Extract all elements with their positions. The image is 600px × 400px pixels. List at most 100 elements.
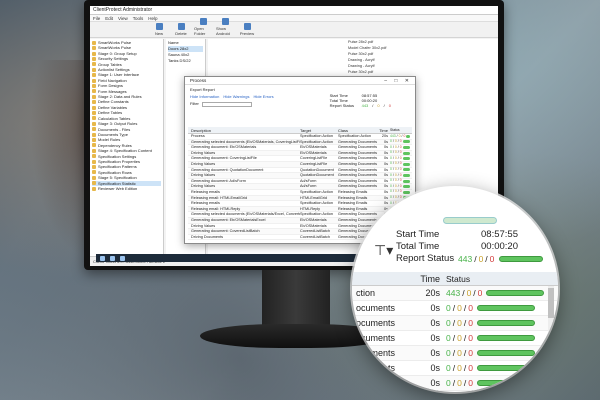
report-summary: Start Time 08:57:55 Total Time 00:00:20 Re… [329,93,391,108]
status-progress-bar [476,380,535,386]
row-status: 443/0/0 [390,134,412,139]
column-header[interactable]: Description [188,127,300,133]
column-header[interactable] [352,272,414,285]
table-row[interactable]: ocuments 0s 0/0/0 [352,316,558,331]
row-class: ocuments [356,318,396,328]
menu-item[interactable]: View [118,16,128,21]
start-icon[interactable] [100,255,105,261]
toolbar-button[interactable]: New [150,23,168,36]
taskbar-app-icon[interactable] [110,255,115,261]
row-target: CoveringListFile [300,161,328,166]
row-time: 0s [383,150,388,155]
scrollbar-thumb[interactable] [548,288,554,318]
row-description: Driving Documents [191,234,224,239]
row-description: Releasing email: HTMLReply [191,206,241,211]
dialog-link[interactable]: Hide Warnings [223,94,249,99]
folder-icon [92,40,96,45]
table-row[interactable]: ction 20s 443/0/0 [352,286,558,301]
row-time: 0s [383,145,388,150]
row-description: Process [191,134,205,138]
row-target: CoveredListBatch [300,234,330,239]
dialog-link[interactable]: Hide Errors [253,94,273,99]
toolbar-button[interactable]: Preview [238,23,256,36]
row-status: 0/0/0 [390,161,412,167]
row-description: Driving Values [191,184,216,189]
warn-count: 0 [457,302,462,313]
filter-input[interactable] [201,101,252,107]
menu-item[interactable]: File [93,16,100,21]
ok-count: 443 [361,103,369,108]
row-status: 0/0/0 [446,376,558,390]
folder-icon [92,62,96,67]
scrollbar[interactable] [548,286,554,386]
filter-icon[interactable]: ⊤▾ [374,242,393,259]
progress-bar [443,217,497,224]
status-progress-bar [402,179,410,183]
folder-icon [92,51,96,56]
status-progress-bar [402,157,410,161]
start-time-label: Start Time [396,229,440,240]
column-header[interactable]: Class [338,127,378,133]
folder-icon [92,170,96,175]
toolbar-icon [199,18,207,25]
toolbar-button[interactable]: Show Android [216,18,234,36]
toolbar-label: Show Android [216,26,230,36]
row-description: Generating document: Ad/sForm [191,178,246,183]
menu-item[interactable]: Edit [105,16,113,21]
folder-icon [92,116,96,121]
table-row[interactable]: ocuments 0s 0/0/0 [352,301,558,316]
column-header[interactable]: Time [378,127,390,133]
menu-item[interactable]: Help [148,16,157,21]
row-status: 443/0/0 [446,286,558,300]
table-row[interactable]: ocuments 0s 0/0/0 [352,346,558,361]
row-status: 0/0/0 [390,178,412,184]
toolbar-icon [177,23,185,30]
err-count: 0 [468,302,473,313]
tree-item[interactable]: Reviewer Web Edition [92,186,161,191]
folder-icon [92,159,96,164]
folder-icon [92,165,96,170]
status-progress-bar [499,256,544,262]
folder-icon [92,56,96,61]
navigation-tree: SmartWorks Pulse SmartWorks Pulse Stage 0:… [90,39,164,256]
dialog-titlebar: Process – □ ✕ [185,77,415,85]
folder-icon [92,127,96,132]
filter-label: Filter [190,101,199,106]
taskbar-app-icon[interactable] [120,255,125,261]
toolbar-icon [155,23,163,30]
table-row[interactable]: ments 0s 0/0/0 [352,376,558,391]
column-header[interactable]: Time [414,272,446,285]
err-count: 0 [477,287,483,298]
table-row[interactable]: ocuments 0s 0/0/0 [352,361,558,376]
row-target: Eb/OSMaterials [300,145,327,150]
folder-icon [92,181,96,186]
row-class: Generating Documents [338,150,378,155]
table-row[interactable]: ocuments 0s 0/0/0 [352,331,558,346]
window-controls[interactable]: – □ ✕ [384,77,412,85]
dialog-title: Process [190,78,207,83]
dialog-subtitle: Export Report [190,87,215,92]
toolbar-label: Delete [175,31,187,36]
toolbar-label: Open Folder [194,26,206,36]
row-time: 0s [430,378,440,388]
warn-count: 0 [478,254,484,264]
menu-item[interactable]: Tools [133,16,144,21]
row-target: HTMLEmailGrid [300,195,328,200]
column-header[interactable]: Status [390,127,412,133]
toolbar-button[interactable]: Open Folder [194,18,212,36]
row-description: Generating selected documents (Eb/OSMate… [191,139,300,144]
dialog-link[interactable]: Hide Information [190,94,219,99]
column-header[interactable]: Status [446,272,558,285]
row-class: Generating Documents [338,178,378,183]
column-header[interactable]: Target [300,127,338,133]
toolbar-button[interactable]: Delete [172,23,190,36]
magnified-summary: Start Time 08:57:55 Total Time 00:00:20 Re… [396,229,544,265]
folder-icon [92,100,96,105]
warn-count: 0 [457,317,462,328]
row-target: CoveredListBatch [300,229,330,234]
row-class: ocuments [356,348,396,358]
status-progress-bar [486,290,545,296]
list-item[interactable]: Tanks DS/22 [168,58,203,64]
total-time-label: Total Time [396,241,440,252]
ok-count: 0 [446,302,451,313]
